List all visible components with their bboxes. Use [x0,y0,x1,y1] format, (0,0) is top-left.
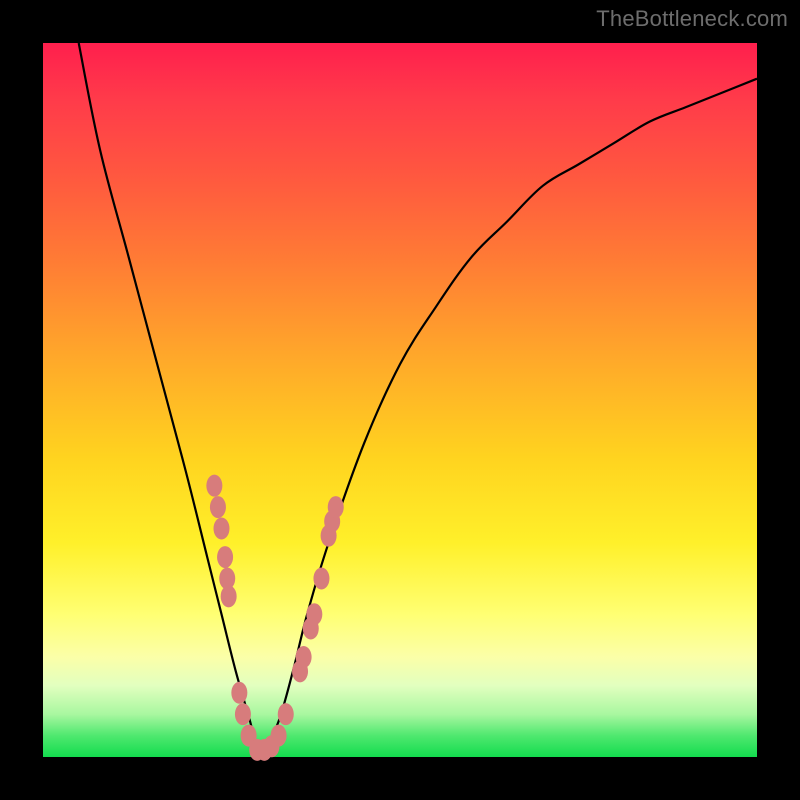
curve-marker [313,568,329,590]
curve-marker [278,703,294,725]
marker-group [206,475,343,761]
watermark-text: TheBottleneck.com [596,6,788,32]
curve-marker [217,546,233,568]
curve-marker [206,475,222,497]
curve-marker [328,496,344,518]
curve-marker [271,725,287,747]
chart-frame: TheBottleneck.com [0,0,800,800]
plot-area [43,43,757,757]
curve-marker [210,496,226,518]
curve-marker [306,603,322,625]
curve-marker [235,703,251,725]
chart-svg [43,43,757,757]
curve-marker [221,585,237,607]
curve-marker [214,518,230,540]
curve-marker [296,646,312,668]
curve-line [79,43,757,754]
curve-marker [231,682,247,704]
